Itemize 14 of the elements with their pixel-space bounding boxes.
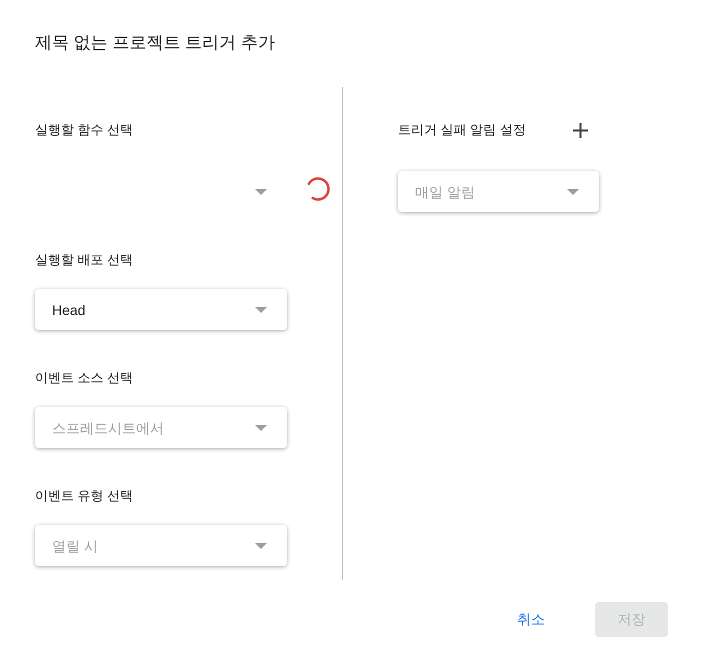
field-label: 이벤트 소스 선택 (35, 369, 134, 387)
dialog-title: 제목 없는 프로젝트 트리거 추가 (35, 32, 275, 54)
caret-icon (255, 188, 267, 194)
caret-icon (567, 188, 579, 194)
caret-icon (255, 306, 267, 312)
select-field[interactable]: Head (35, 289, 287, 330)
field-label: 실행할 배포 선택 (35, 251, 134, 269)
caret-icon (255, 542, 267, 548)
field-label: 트리거 실패 알림 설정 (398, 121, 526, 139)
field-label: 실행할 함수 선택 (35, 121, 134, 139)
plus-icon[interactable] (573, 122, 588, 138)
field-label: 이벤트 유형 선택 (35, 487, 134, 505)
caret-icon (255, 424, 267, 430)
cancel-button[interactable]: 취소 (505, 602, 557, 637)
